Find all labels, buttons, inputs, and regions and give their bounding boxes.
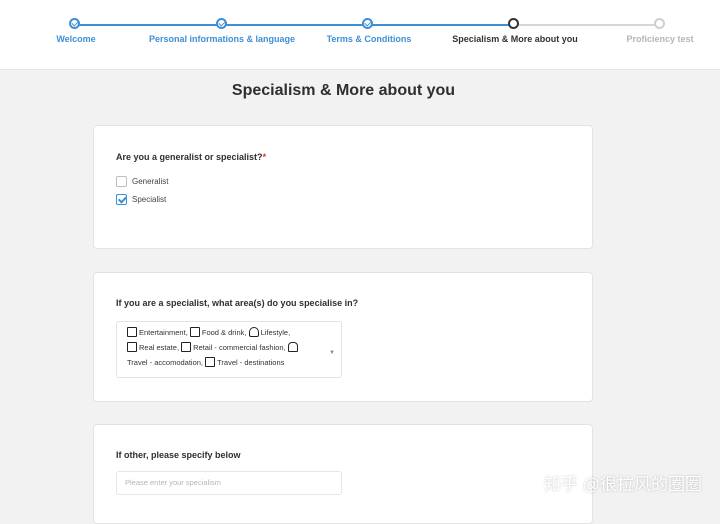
generalist-specialist-card: Are you a generalist or specialist?* Gen… — [93, 125, 593, 249]
step-personal-label[interactable]: Personal informations & language — [149, 34, 295, 44]
step-terms-check-icon — [362, 18, 373, 29]
chip-label: Retail - commercial fashion, — [193, 343, 286, 352]
page-title: Specialism & More about you — [231, 82, 456, 99]
chip-label: Travel - accomodation, — [127, 358, 204, 367]
dropdown-caret-icon[interactable]: ▼ — [329, 346, 335, 361]
lifestyle-icon — [248, 327, 259, 337]
chip-label: Travel - destinations — [217, 358, 285, 367]
step-welcome-label[interactable]: Welcome — [56, 34, 95, 44]
step-specialism-label: Specialism & More about you — [452, 34, 578, 44]
food-icon — [189, 327, 200, 337]
specialism-multiselect[interactable]: Entertainment, Food & drink, Lifestyle, … — [116, 321, 342, 378]
chip-travel-accomodation: Travel - accomodation, — [127, 358, 203, 367]
option-specialist[interactable]: Specialist — [116, 193, 166, 205]
chip-label: Entertainment, — [139, 328, 188, 337]
option-label: Specialist — [132, 194, 167, 204]
question-text: Are you a generalist or specialist? — [116, 152, 263, 162]
option-label: Generalist — [132, 176, 169, 186]
watermark: 知乎 @很拉风的圈圈 — [544, 475, 702, 494]
other-specialism-card: If other, please specify below Please en… — [93, 424, 593, 524]
question-label: If other, please specify below — [116, 450, 241, 460]
option-generalist[interactable]: Generalist — [116, 175, 168, 187]
step-terms-label[interactable]: Terms & Conditions — [327, 34, 412, 44]
hotel-icon — [287, 342, 298, 352]
required-mark: * — [262, 152, 267, 162]
step-proficiency-label: Proficiency test — [626, 34, 694, 44]
progress-stepper: Welcome Personal informations & language… — [0, 0, 720, 70]
ticket-icon — [127, 327, 137, 337]
checkbox-checked-icon[interactable] — [116, 193, 127, 205]
chip-travel-destinations: Travel - destinations — [205, 357, 285, 367]
checkbox-unchecked-icon[interactable] — [116, 175, 127, 187]
step-personal-check-icon — [216, 18, 227, 29]
chip-label: Lifestyle, — [260, 328, 291, 337]
building-icon — [127, 342, 137, 352]
chip-retail: Retail - commercial fashion, — [181, 342, 286, 352]
stepper-remaining-line — [513, 24, 659, 26]
chip-label: Food & drink, — [201, 328, 247, 337]
specialism-areas-card: If you are a specialist, what area(s) do… — [93, 272, 593, 402]
chip-hotel — [287, 342, 300, 352]
chip-entertainment: Entertainment, — [127, 327, 188, 337]
question-label: If you are a specialist, what area(s) do… — [116, 298, 359, 308]
specialism-input[interactable]: Please enter your specialism — [116, 471, 342, 495]
chip-food-drink: Food & drink, — [189, 327, 247, 337]
shopping-bag-icon — [181, 342, 192, 352]
step-welcome-check-icon — [69, 18, 80, 29]
stepper-progress-line — [74, 24, 513, 26]
map-icon — [205, 357, 216, 367]
chip-lifestyle: Lifestyle, — [248, 327, 291, 337]
step-specialism-current-icon — [508, 18, 519, 29]
chip-real-estate: Real estate, — [127, 342, 180, 352]
step-proficiency-pending-icon — [654, 18, 665, 29]
chip-label: Real estate, — [139, 343, 180, 352]
question-label: Are you a generalist or specialist?* — [116, 152, 266, 162]
